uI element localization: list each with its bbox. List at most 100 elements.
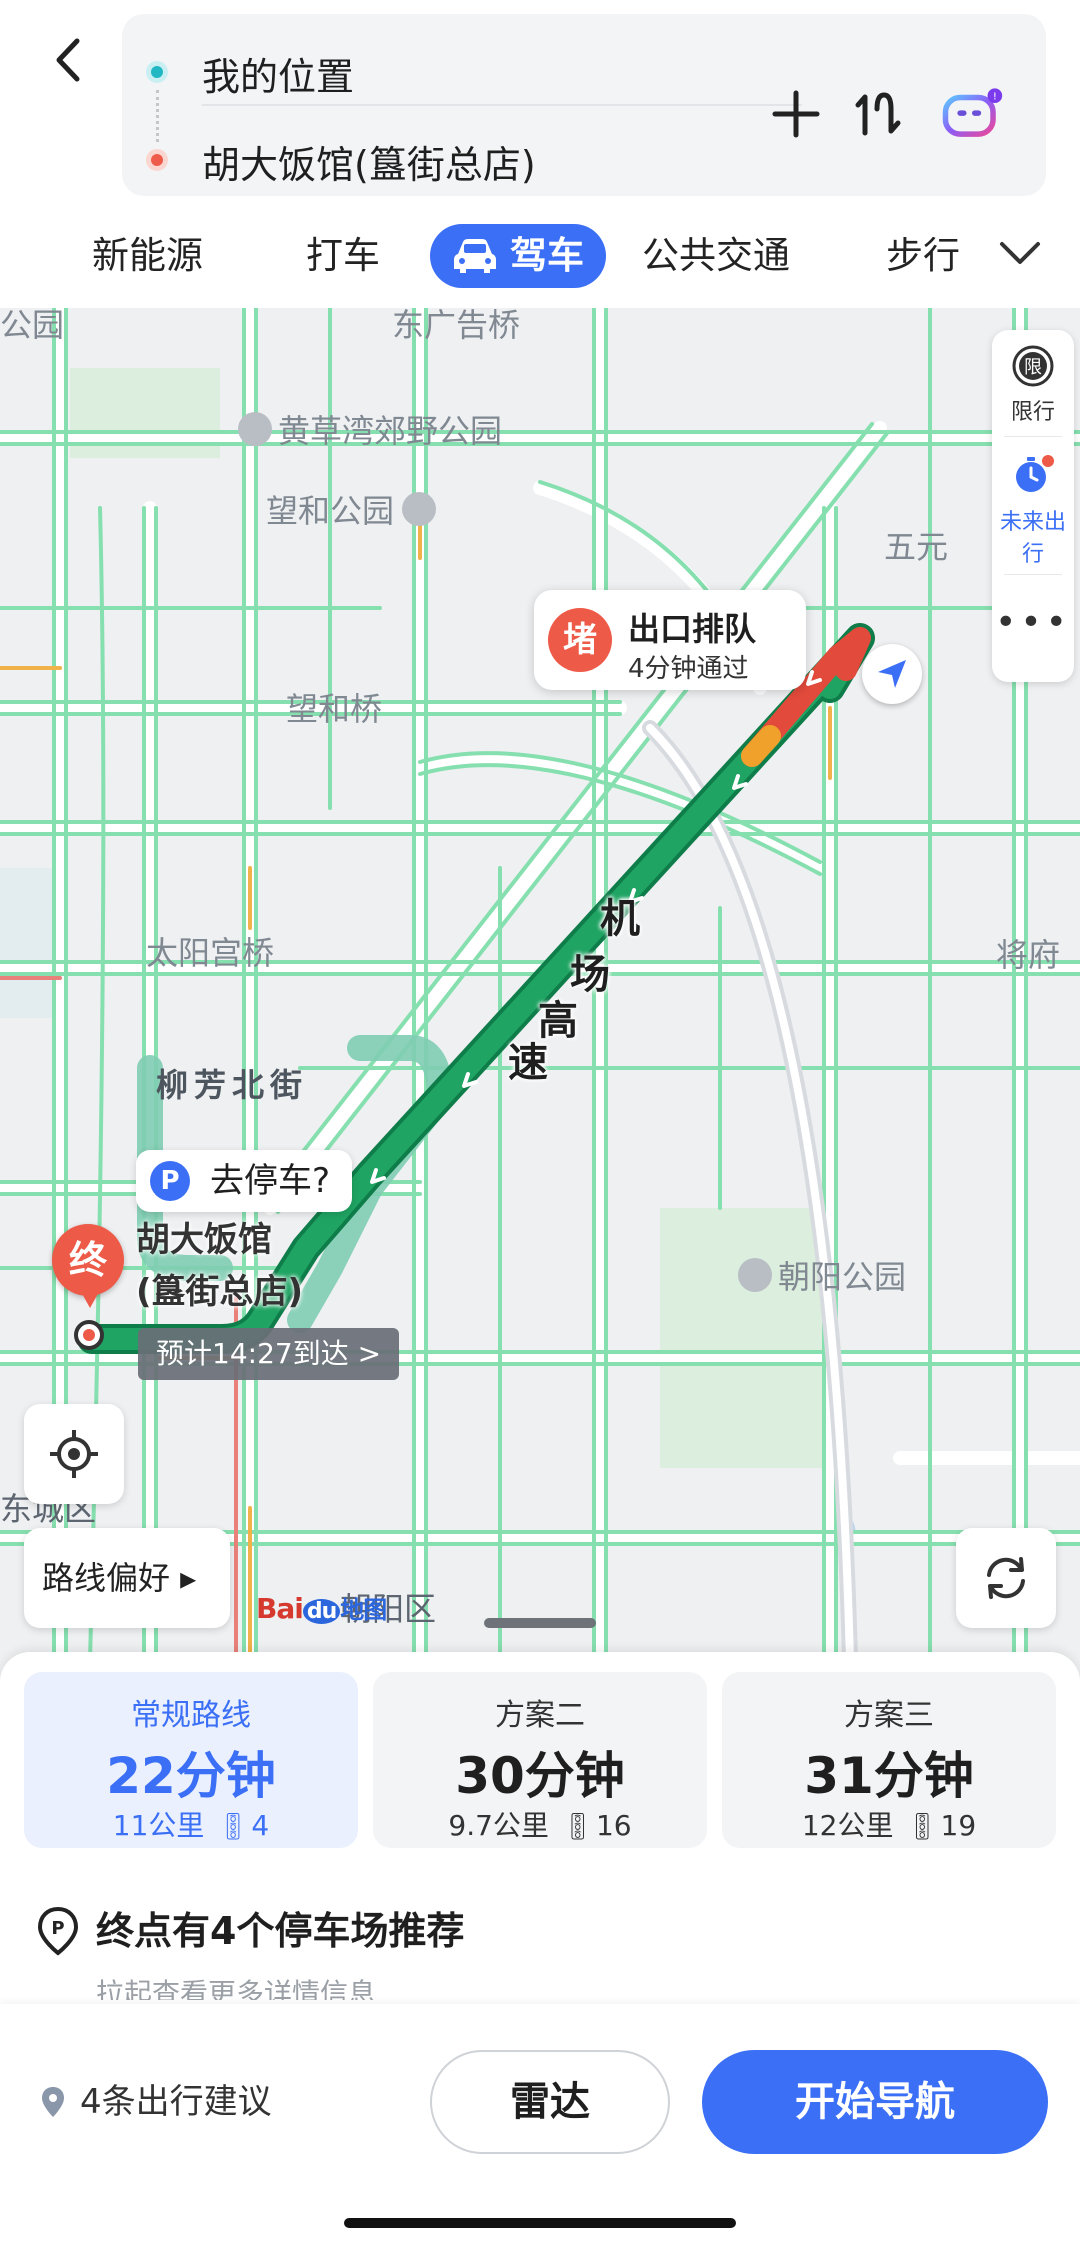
destination-point — [74, 1320, 104, 1350]
traffic-light-icon: 🚦︎ — [905, 1812, 939, 1842]
svg-text:P: P — [51, 1918, 64, 1939]
tab-drive-label: 驾车 — [510, 234, 584, 277]
chevron-left-icon — [56, 38, 80, 82]
tab-new-energy[interactable]: 新能源 — [92, 224, 203, 288]
park-icon — [402, 492, 437, 526]
destination-marker-tail — [80, 1290, 100, 1308]
chevron-down-icon — [1000, 242, 1040, 264]
route-header: 我的位置 胡大饭馆(簋街总店) ! 新能源 打车 驾车 公共交通 步行 — [0, 0, 1080, 308]
refresh-route-button[interactable] — [956, 1528, 1056, 1628]
jam-title: 出口排队 — [628, 610, 757, 648]
parking-recommendation-hint: 拉起查看更多详情信息 — [96, 1977, 377, 2000]
road-network — [0, 308, 1080, 1660]
assistant-button[interactable]: ! — [940, 82, 1004, 146]
road-name-char: 机 — [600, 896, 640, 942]
origin-dot-icon — [146, 61, 168, 83]
route-option-time: 22分钟 — [106, 1747, 276, 1805]
baidu-map-logo: Bai du 地图 — [256, 1590, 387, 1625]
locate-me-button[interactable] — [24, 1404, 124, 1504]
logo-suffix: 地图 — [340, 1596, 387, 1624]
tab-taxi[interactable]: 打车 — [306, 224, 380, 288]
current-location-marker — [862, 644, 922, 704]
road-name-char: 速 — [508, 1040, 548, 1086]
start-navigation-button[interactable]: 开始导航 — [702, 2050, 1048, 2154]
field-divider — [202, 104, 802, 106]
parking-suggestion-button[interactable]: P 去停车? — [136, 1150, 353, 1212]
map-label-text: 黄草湾郊野公园 — [278, 412, 503, 450]
route-option-meta: 12公里 🚦︎19 — [722, 1804, 1056, 1844]
parking-recommendation-title[interactable]: 终点有4个停车场推荐 — [96, 1900, 464, 1955]
destination-field[interactable]: 胡大饭馆(簋街总店) — [202, 134, 536, 189]
route-distance: 12公里 — [801, 1809, 894, 1842]
destination-dot-icon — [146, 149, 168, 171]
route-distance: 9.7公里 — [448, 1809, 549, 1842]
sheet-drag-handle[interactable] — [484, 1618, 596, 1628]
route-option-card[interactable]: 方案二 30分钟 9.7公里 🚦︎16 — [373, 1672, 707, 1848]
locate-icon — [50, 1430, 98, 1478]
route-option-name: 方案二 — [495, 1698, 585, 1733]
panel-divider — [1004, 436, 1062, 437]
future-travel-button[interactable]: 未来出行 — [992, 452, 1074, 568]
route-input-box: 我的位置 胡大饭馆(簋街总店) ! — [122, 14, 1046, 196]
more-options-button[interactable]: ••• — [992, 602, 1074, 643]
eta-chip[interactable]: 预计14:27到达 > — [138, 1328, 400, 1380]
route-distance: 11公里 — [112, 1809, 205, 1842]
traffic-light-icon: 🚦︎ — [560, 1812, 594, 1842]
traffic-jam-tip[interactable]: 堵 出口排队 4分钟通过 — [534, 590, 806, 690]
jam-subtitle: 4分钟通过 — [628, 654, 749, 684]
map-label-taiyanggong-bridge: 太阳宫桥 — [146, 934, 275, 972]
route-preference-button[interactable]: 路线偏好 ▸ — [24, 1528, 230, 1628]
destination-name-line2: (簋街总店) — [136, 1272, 304, 1312]
origin-field[interactable]: 我的位置 — [202, 46, 354, 101]
route-lights: 19 — [940, 1809, 977, 1842]
destination-marker[interactable]: 终 — [52, 1224, 124, 1296]
panel-divider — [1004, 574, 1062, 575]
logo-text: Bai — [256, 1592, 304, 1625]
park-icon — [738, 1258, 772, 1292]
parking-pin-icon: P — [36, 1906, 80, 1960]
restriction-label: 限行 — [1010, 400, 1055, 425]
tab-drive[interactable]: 驾车 — [430, 224, 606, 288]
home-indicator[interactable] — [344, 2218, 736, 2228]
park-icon — [238, 412, 272, 446]
route-option-time: 31分钟 — [804, 1747, 974, 1805]
tab-public-transit[interactable]: 公共交通 — [642, 224, 790, 288]
route-lights: 4 — [251, 1809, 270, 1842]
map-label-wanghe-park: 望和公园 — [266, 486, 442, 532]
map-label-text: 望和公园 — [266, 492, 395, 530]
route-lights: 16 — [595, 1809, 632, 1842]
navigation-arrow-icon — [878, 660, 906, 688]
travel-mode-tabs: 新能源 打车 驾车 公共交通 步行 — [0, 218, 1080, 292]
route-option-card[interactable]: 常规路线 22分钟 11公里 🚦︎4 — [24, 1672, 358, 1848]
location-pin-icon — [42, 2087, 64, 2117]
traffic-light-icon: 🚦︎ — [216, 1812, 250, 1842]
travel-suggestions-button[interactable]: 4条出行建议 — [40, 2074, 272, 2123]
route-option-name: 方案三 — [844, 1698, 934, 1733]
route-option-time: 30分钟 — [455, 1747, 625, 1805]
route-option-meta: 11公里 🚦︎4 — [24, 1804, 358, 1844]
add-waypoint-button[interactable] — [764, 82, 828, 146]
map-side-panel: 限 限行 未来出行 ••• — [992, 330, 1074, 682]
bottom-action-bar: 4条出行建议 雷达 开始导航 — [0, 2004, 1080, 2242]
map-label-huangcaowan-park: 黄草湾郊野公园 — [238, 406, 502, 452]
travel-suggestions-label: 4条出行建议 — [80, 2082, 272, 2122]
map-label-jiangfu: 将府 — [996, 936, 1061, 974]
tab-walk[interactable]: 步行 — [886, 224, 960, 288]
route-option-card[interactable]: 方案三 31分钟 12公里 🚦︎19 — [722, 1672, 1056, 1848]
restriction-icon-text: 限 — [1024, 357, 1042, 378]
map-label-liufang-street: 柳芳北街 — [156, 1066, 309, 1104]
map-label-chaoyang-park: 朝阳公园 — [738, 1252, 906, 1298]
swap-route-button[interactable] — [846, 82, 910, 146]
future-travel-label: 未来出行 — [999, 510, 1066, 567]
more-modes-button[interactable] — [996, 232, 1044, 276]
traffic-restriction-button[interactable]: 限 限行 — [992, 344, 1074, 426]
radar-button[interactable]: 雷达 — [430, 2050, 670, 2154]
swap-icon — [855, 92, 901, 136]
plus-icon — [772, 90, 820, 138]
restriction-icon: 限 — [1012, 345, 1054, 387]
back-button[interactable] — [40, 28, 96, 92]
map-label-park-cut: 公园 — [0, 308, 65, 344]
map-view[interactable]: 公园 东广告桥 黄草湾郊野公园 望和公园 五元 望和桥 太阳宫桥 将府 柳芳北街… — [0, 308, 1080, 1660]
jam-badge: 堵 — [548, 608, 612, 672]
route-option-meta: 9.7公里 🚦︎16 — [373, 1804, 707, 1844]
